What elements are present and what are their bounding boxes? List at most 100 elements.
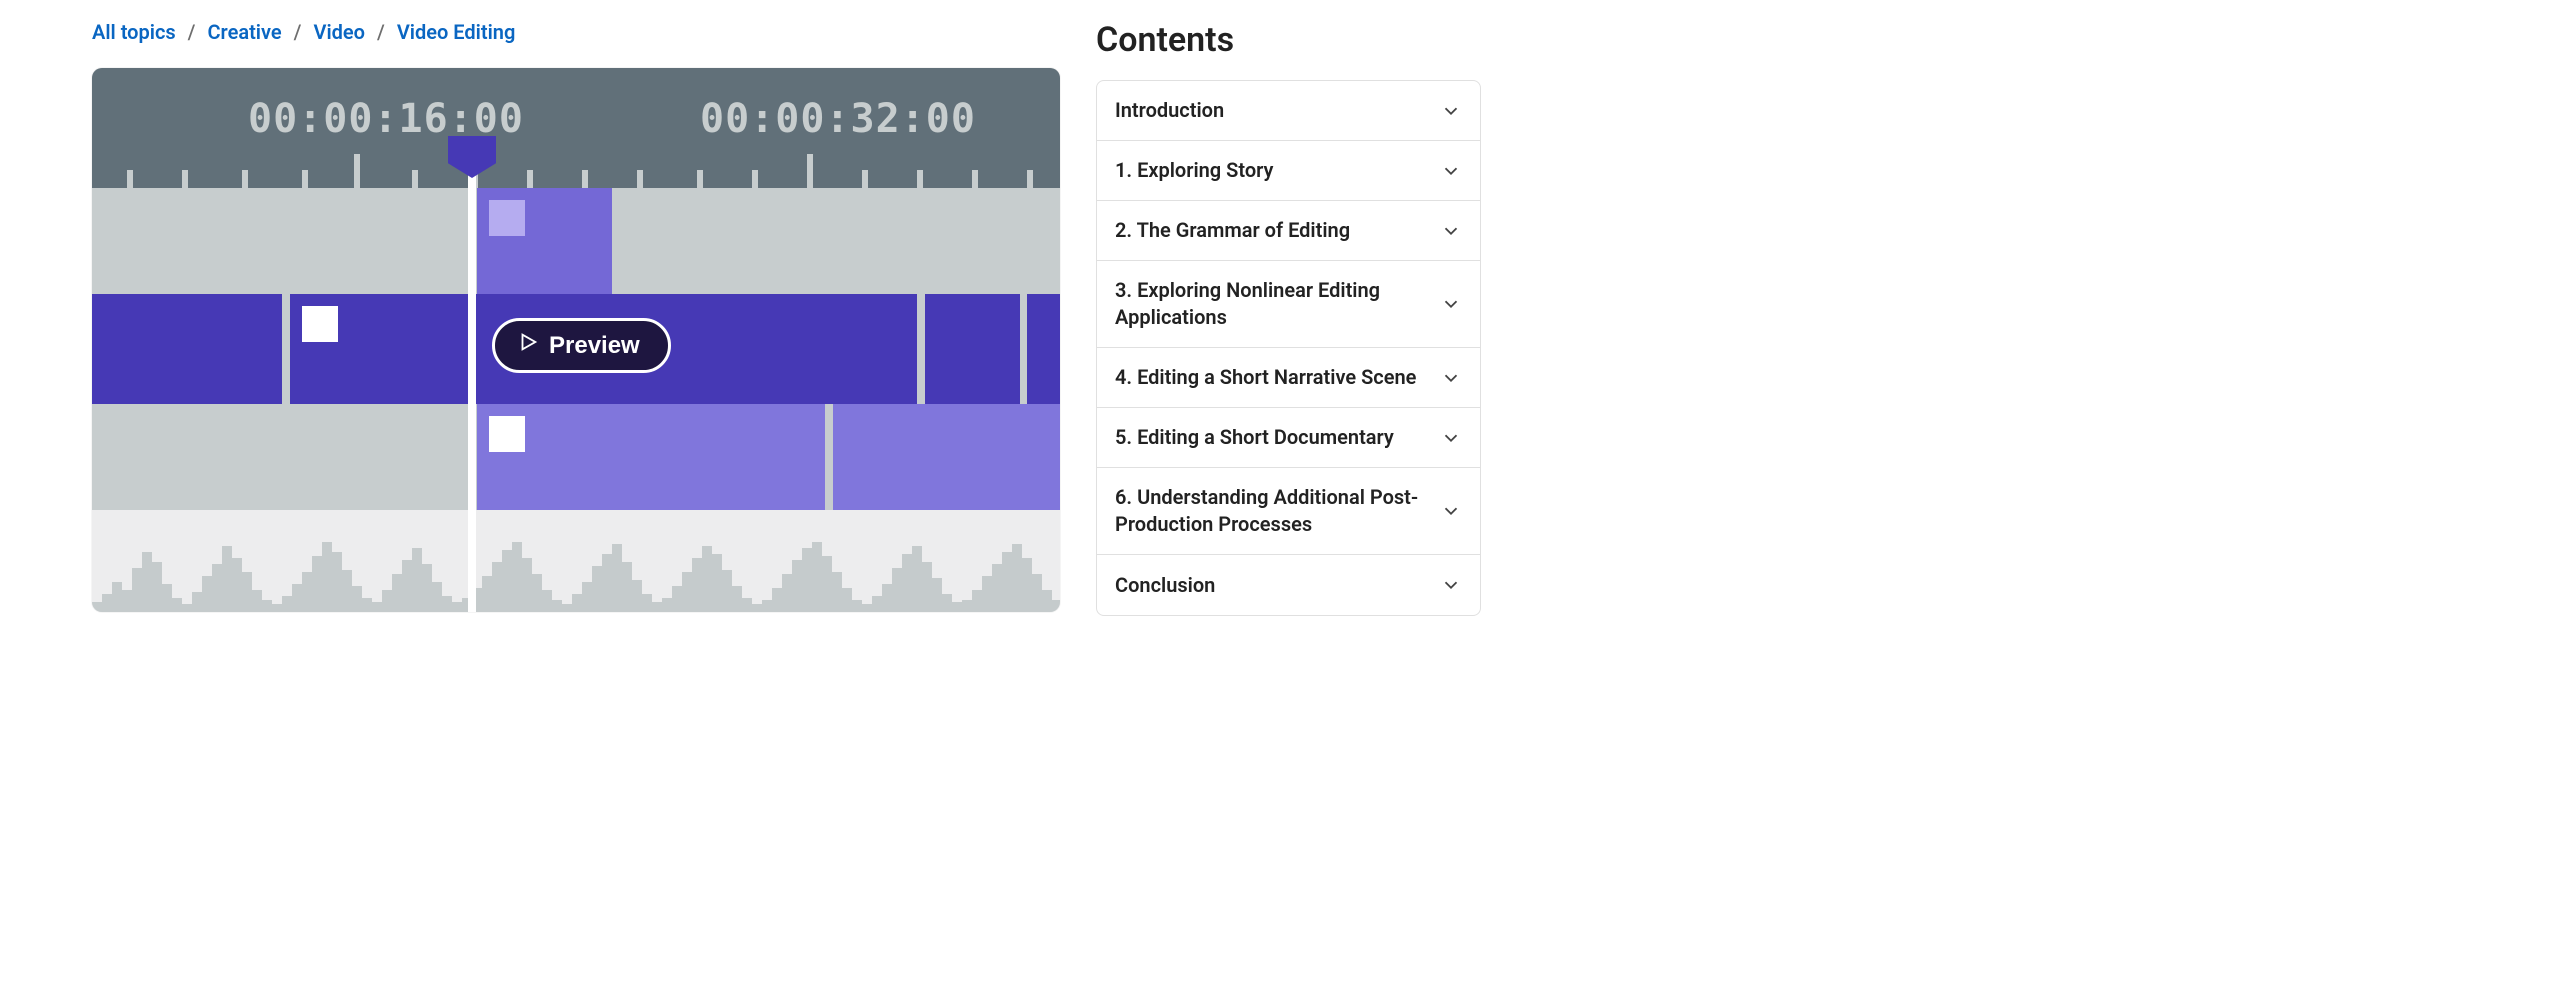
preview-button[interactable]: Preview [492,318,671,373]
waveform-bar [752,604,762,612]
waveform-bar [612,544,622,612]
contents-item[interactable]: 5. Editing a Short Documentary [1097,408,1480,468]
waveform-bar [762,600,772,612]
play-icon [517,331,539,360]
waveform-bar [592,566,602,612]
waveform-bar [452,602,462,612]
waveform-bar [1012,544,1022,612]
waveform-bar [152,562,162,612]
waveform-bar [272,604,282,612]
ruler-tick [917,170,923,188]
waveform-bar [132,568,142,612]
waveform-bar [502,550,512,612]
waveform-bar [572,594,582,612]
contents-item[interactable]: 2. The Grammar of Editing [1097,201,1480,261]
contents-item[interactable]: Introduction [1097,81,1480,141]
contents-item[interactable]: Conclusion [1097,555,1480,615]
chevron-down-icon [1440,293,1462,315]
waveform-bar [532,574,542,612]
breadcrumb-video[interactable]: Video [313,20,365,44]
ruler-tick [807,154,813,188]
waveform-bar [92,602,102,612]
waveform-bar [872,596,882,612]
breadcrumb-video-editing[interactable]: Video Editing [397,20,516,44]
waveform-bar [842,588,852,612]
waveform-bar [992,564,1002,612]
waveform-bar [722,570,732,612]
waveform-bar [442,596,452,612]
waveform-bar [942,594,952,612]
chevron-down-icon [1440,220,1462,242]
ruler-tick [582,170,588,188]
video-track-3 [92,404,1060,510]
contents-item[interactable]: 4. Editing a Short Narrative Scene [1097,348,1480,408]
waveform-bar [602,554,612,612]
waveform-bar [242,572,252,612]
contents-item-label: 1. Exploring Story [1115,157,1273,184]
waveform-bar [902,554,912,612]
contents-item[interactable]: 6. Understanding Additional Post-Product… [1097,468,1480,555]
waveform-bar [662,598,672,612]
course-thumbnail[interactable]: 00:00:16:00 00:00:32:00 [92,68,1060,612]
waveform-bar [512,542,522,612]
waveform-bar [482,576,492,612]
timecode-2: 00:00:32:00 [700,96,976,142]
waveform-bar [892,568,902,612]
breadcrumb-sep: / [188,20,196,44]
clip-thumb [489,416,525,452]
waveform-bar [582,582,592,612]
breadcrumb-sep: / [377,20,385,44]
waveform-bar [122,590,132,612]
waveform-bar [202,576,212,612]
waveform-bar [822,556,832,612]
ruler-tick [637,170,643,188]
timecode-1: 00:00:16:00 [248,96,524,142]
waveform-bar [622,562,632,612]
waveform-bar [252,590,262,612]
waveform-bar [292,584,302,612]
chevron-down-icon [1440,100,1462,122]
ruler-tick [1027,170,1033,188]
clip [92,294,282,404]
waveform-bar [642,594,652,612]
ruler-tick [127,170,133,188]
breadcrumb-all-topics[interactable]: All topics [92,20,176,44]
waveform-bar [352,586,362,612]
waveform-bar [652,602,662,612]
contents-item[interactable]: 3. Exploring Nonlinear Editing Applicati… [1097,261,1480,348]
waveform-bar [142,552,152,612]
waveform-bar [412,548,422,612]
ruler-tick [752,170,758,188]
waveform-bar [972,590,982,612]
waveform-bar [812,542,822,612]
waveform-bar [832,572,842,612]
waveform-bar [1032,574,1042,612]
waveform-bar [172,598,182,612]
waveform-bar [562,604,572,612]
waveform-bar [282,596,292,612]
breadcrumb-creative[interactable]: Creative [207,20,281,44]
waveform-bar [1042,590,1052,612]
waveform-bar [402,560,412,612]
waveform-bar [552,600,562,612]
waveform-bar [102,594,112,612]
contents-heading: Contents [1096,20,1481,80]
breadcrumb-sep: / [294,20,302,44]
waveform-bar [342,570,352,612]
waveform-bar [732,586,742,612]
waveform-bar [952,602,962,612]
waveform-bar [782,574,792,612]
clip [1027,294,1060,404]
breadcrumb: All topics / Creative / Video / Video Ed… [92,20,1060,68]
waveform-bar [392,574,402,612]
waveform-bar [692,558,702,612]
ruler-tick [697,170,703,188]
waveform-bar [192,592,202,612]
waveform-bar [712,554,722,612]
ruler-tick [182,170,188,188]
chevron-down-icon [1440,500,1462,522]
waveform-bar [382,590,392,612]
contents-item-label: 2. The Grammar of Editing [1115,217,1350,244]
contents-item[interactable]: 1. Exploring Story [1097,141,1480,201]
clip-thumb [302,306,338,342]
